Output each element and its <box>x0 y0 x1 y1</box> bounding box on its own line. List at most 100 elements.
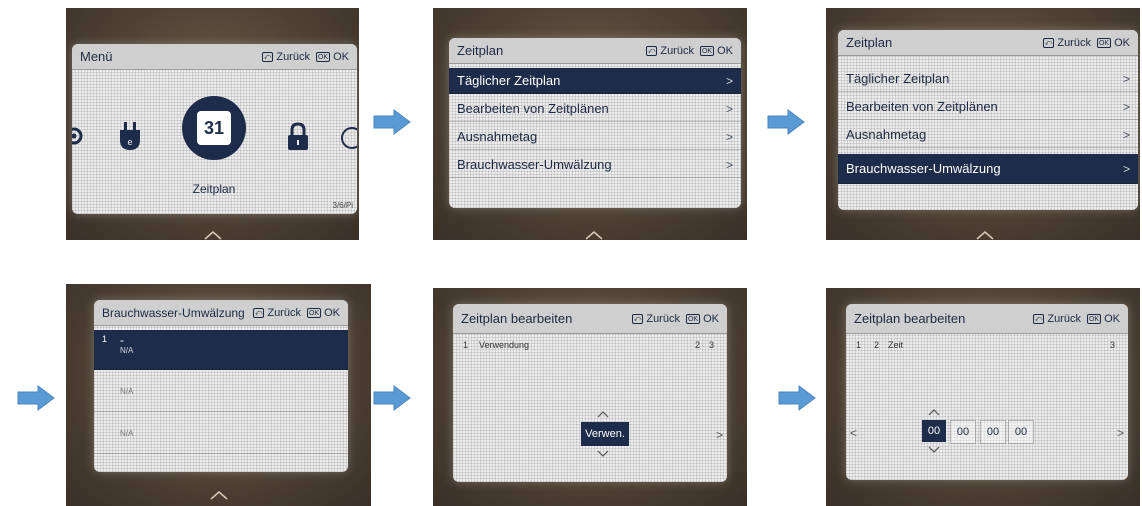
photo-zeitplan: Zeitplan ⤺ Zurück OK OK Täglicher Zeitpl… <box>433 8 747 240</box>
screen-zeitplan: Zeitplan ⤺ Zurück OK OK Täglicher Zeitpl… <box>449 38 741 208</box>
screen-title: Zeitplan bearbeiten <box>461 311 573 326</box>
back-label: Zurück <box>660 44 694 57</box>
back-button[interactable]: ⤺ Zurück <box>1042 36 1091 49</box>
nav-up-icon <box>210 491 228 500</box>
menu-item-daily-schedule[interactable]: Täglicher Zeitplan > <box>838 66 1138 92</box>
menu-item-label: Brauchwasser-Umwälzung <box>457 157 612 172</box>
menu-item-exception-day[interactable]: Ausnahmetag > <box>838 122 1138 148</box>
chevron-right-icon: > <box>1122 71 1130 86</box>
chevron-up-icon <box>597 411 609 418</box>
menu-item-label: Bearbeiten von Zeitplänen <box>457 101 609 116</box>
time-value: 00 <box>956 426 970 438</box>
row-index: 1 <box>102 334 108 344</box>
ok-label: OK <box>703 312 719 325</box>
menu-item-label: Bearbeiten von Zeitplänen <box>846 99 998 114</box>
ok-button[interactable]: OK OK <box>315 50 349 63</box>
menu-item-daily-schedule[interactable]: Täglicher Zeitplan > <box>449 68 741 94</box>
screen-title: Zeitplan bearbeiten <box>854 311 966 326</box>
photo-zeitplan-bearbeiten: Zeitplan bearbeiten ⤺ Zurück OK OK 1 Ver… <box>433 288 747 506</box>
svg-text:e: e <box>127 137 132 147</box>
photo-zeitplan-zeit: Zeitplan bearbeiten ⤺ Zurück OK OK 1 2 Z… <box>826 288 1140 506</box>
usage-selector[interactable]: Verwen. <box>581 422 629 446</box>
row-content: - N/A <box>120 334 133 355</box>
list-item[interactable]: N/A <box>94 372 348 412</box>
chevron-right-icon[interactable]: > <box>1117 426 1124 440</box>
hour-field[interactable]: 00 <box>922 420 946 442</box>
header-bar: Zeitplan ⤺ Zurück OK OK <box>449 38 741 64</box>
back-button[interactable]: ⤺ Zurück <box>1032 312 1081 325</box>
header-bar: Zeitplan ⤺ Zurück OK OK <box>838 30 1138 56</box>
back-label: Zurück <box>1057 36 1091 49</box>
ok-button[interactable]: OK OK <box>685 312 719 325</box>
step-number: 1 <box>463 340 469 350</box>
ok-button[interactable]: OK OK <box>1096 37 1130 49</box>
back-key-icon: ⤺ <box>1042 37 1055 48</box>
ok-label: OK <box>333 50 349 63</box>
back-button[interactable]: ⤺ Zurück <box>645 44 694 57</box>
back-label: Zurück <box>646 312 680 325</box>
menu-item-exception-day[interactable]: Ausnahmetag > <box>449 124 741 150</box>
usage-value: Verwen. <box>585 428 625 440</box>
field-label: Zeit <box>888 340 904 350</box>
menu-item-edit-schedules[interactable]: Bearbeiten von Zeitplänen > <box>449 96 741 122</box>
screen-brauchwasser: Brauchwasser-Umwälzung ⤺ Zurück OK OK 1 … <box>94 300 348 472</box>
menu-item-label: Täglicher Zeitplan <box>457 73 561 88</box>
screen-zeitplan: Zeitplan ⤺ Zurück OK OK Täglicher Zeitpl… <box>838 30 1138 210</box>
step-row: 1 Verwendung 2 3 <box>463 340 717 350</box>
menu-item-hot-water-circulation[interactable]: Brauchwasser-Umwälzung > <box>449 152 741 178</box>
chevron-right-icon: > <box>725 129 733 144</box>
calendar-icon: 31 <box>197 111 231 145</box>
minute-field[interactable]: 00 <box>950 420 976 444</box>
list-item[interactable]: N/A <box>94 414 348 454</box>
page-indicator: 3 <box>1110 340 1116 350</box>
schedule-label: Zeitplan <box>192 182 236 196</box>
photo-menu: Menü ⤺ Zurück OK OK e 31 Zeitplan 3/6/Pi <box>66 8 359 240</box>
screen-menu: Menü ⤺ Zurück OK OK e 31 Zeitplan 3/6/Pi <box>72 44 357 214</box>
arrow-icon <box>777 384 817 412</box>
back-button[interactable]: ⤺ Zurück <box>252 306 301 319</box>
arrow-icon <box>16 384 56 412</box>
chevron-down-icon <box>597 450 609 457</box>
ok-key-icon: OK <box>306 307 322 318</box>
page-indicator: 2 <box>695 340 701 350</box>
menu-item-edit-schedules[interactable]: Bearbeiten von Zeitplänen > <box>838 94 1138 120</box>
back-button[interactable]: ⤺ Zurück <box>631 312 680 325</box>
row-value: N/A <box>120 429 134 438</box>
back-key-icon: ⤺ <box>631 313 644 324</box>
step-number: 2 <box>874 340 880 350</box>
ok-button[interactable]: OK OK <box>699 44 733 57</box>
photo-zeitplan-selected: Zeitplan ⤺ Zurück OK OK Täglicher Zeitpl… <box>826 8 1140 240</box>
back-label: Zurück <box>276 50 310 63</box>
gear-icon[interactable] <box>72 124 86 148</box>
chevron-down-icon <box>928 446 940 453</box>
chevron-left-icon[interactable]: < <box>850 426 857 440</box>
ok-button[interactable]: OK OK <box>1086 313 1120 325</box>
row-value: N/A <box>120 346 134 355</box>
chevron-right-icon[interactable]: > <box>716 428 723 442</box>
plug-icon[interactable]: e <box>116 122 144 152</box>
end-minute-field[interactable]: 00 <box>1008 420 1034 444</box>
ok-key-icon: OK <box>685 313 701 324</box>
schedule-menu-item[interactable]: 31 <box>182 96 246 160</box>
chevron-right-icon: > <box>725 73 733 88</box>
ok-button[interactable]: OK OK <box>306 306 340 319</box>
arrow-icon <box>766 108 806 136</box>
end-hour-field[interactable]: 00 <box>980 420 1006 444</box>
lock-icon[interactable] <box>286 122 310 152</box>
arrow-icon <box>372 384 412 412</box>
back-button[interactable]: ⤺ Zurück <box>261 50 310 63</box>
back-key-icon: ⤺ <box>252 307 265 318</box>
info-icon[interactable] <box>340 126 357 150</box>
ok-label: OK <box>324 306 340 319</box>
menu-item-hot-water-circulation[interactable]: Brauchwasser-Umwälzung > <box>838 154 1138 184</box>
step-number: 1 <box>856 340 862 350</box>
chevron-up-icon <box>928 409 940 416</box>
back-label: Zurück <box>1047 312 1081 325</box>
menu-item-label: Brauchwasser-Umwälzung <box>846 161 1001 176</box>
back-key-icon: ⤺ <box>261 51 274 62</box>
row-value: N/A <box>120 387 134 396</box>
ok-label: OK <box>717 44 733 57</box>
list-item[interactable]: 1 - N/A <box>94 330 348 370</box>
back-label: Zurück <box>267 306 301 319</box>
time-value: 00 <box>1014 426 1028 438</box>
